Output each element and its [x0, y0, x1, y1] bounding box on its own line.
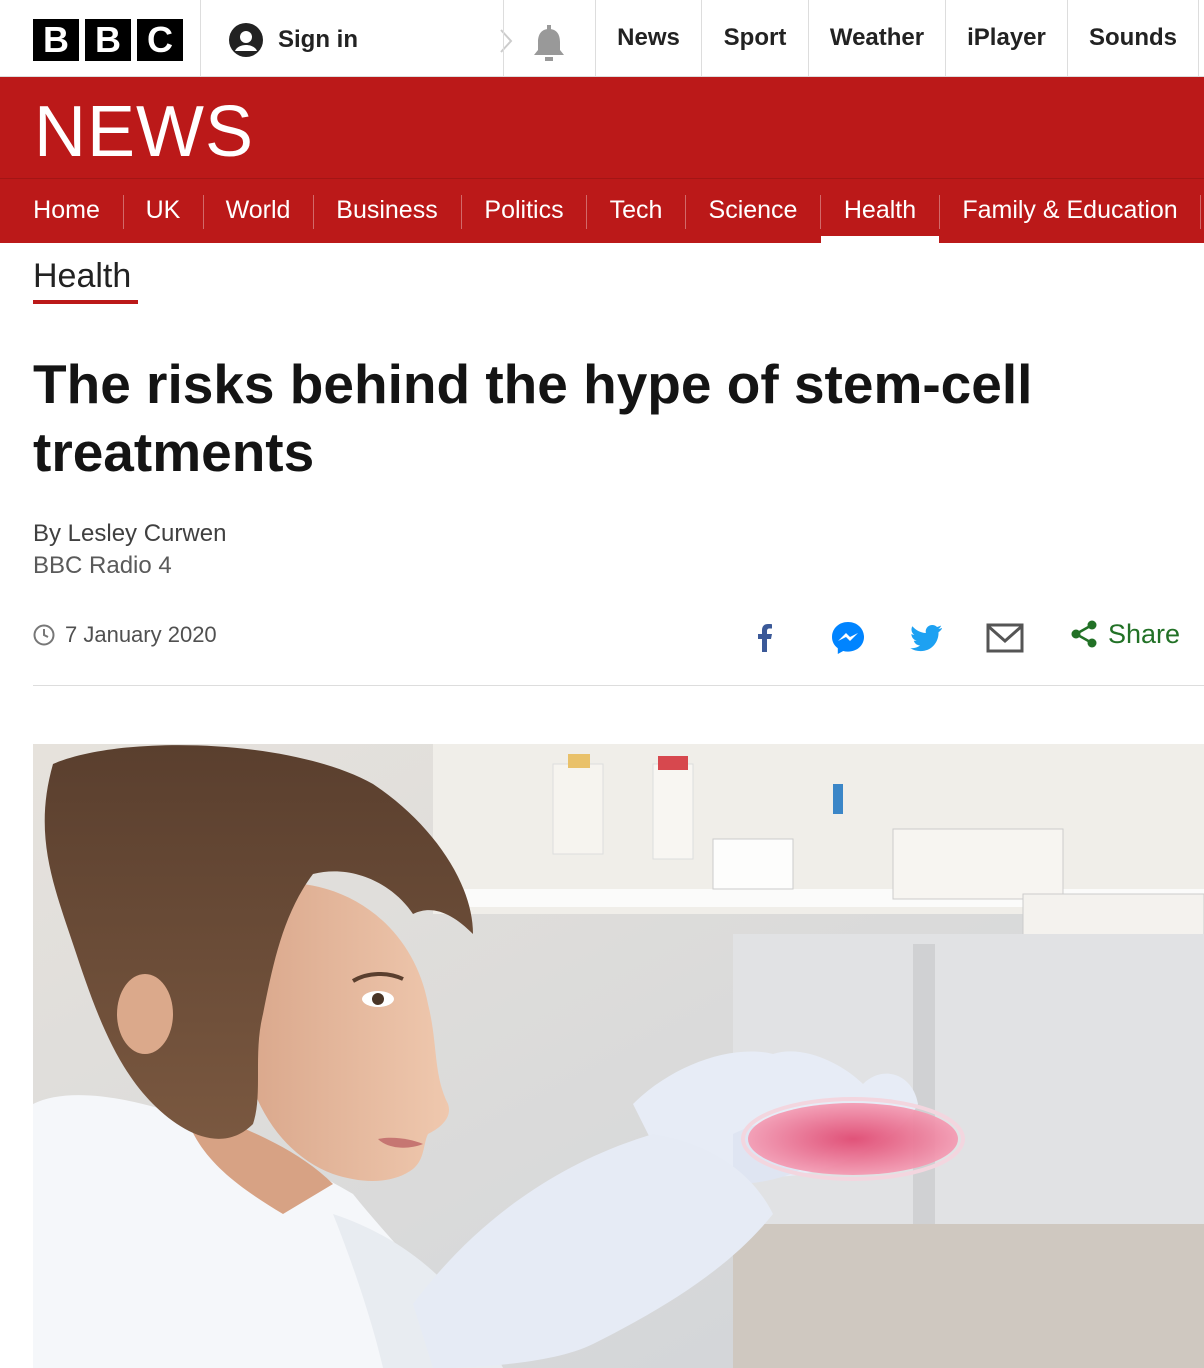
section-underline [33, 300, 138, 304]
divider [200, 0, 201, 76]
divider [503, 0, 504, 76]
nav-separator [123, 195, 124, 229]
twitter-icon[interactable] [906, 618, 946, 658]
section-label[interactable]: Health [33, 257, 131, 296]
divider [33, 685, 1204, 686]
nav-family-education[interactable]: Family & Education [944, 178, 1196, 243]
byline: By Lesley Curwen BBC Radio 4 [33, 518, 226, 582]
topnav-sport[interactable]: Sport [702, 0, 808, 76]
nav-separator [586, 195, 587, 229]
nav-separator [313, 195, 314, 229]
date-text: 7 January 2020 [65, 622, 217, 647]
share-button[interactable]: Share [1068, 618, 1180, 650]
sign-in-link[interactable]: Sign in [228, 22, 358, 58]
clock-icon [33, 624, 55, 646]
messenger-icon[interactable] [828, 618, 868, 658]
nav-separator [203, 195, 204, 229]
nav-health[interactable]: Health [821, 178, 939, 243]
nav-uk[interactable]: UK [128, 178, 198, 243]
nav-science[interactable]: Science [690, 178, 816, 243]
bbc-logo-block: B [33, 19, 79, 61]
nav-separator [685, 195, 686, 229]
nav-separator [461, 195, 462, 229]
nav-separator [1200, 195, 1201, 229]
facebook-icon[interactable] [745, 618, 785, 658]
bbc-logo-block: C [137, 19, 183, 61]
share-label: Share [1108, 618, 1181, 649]
bbc-logo-block: B [85, 19, 131, 61]
topnav-weather[interactable]: Weather [809, 0, 945, 76]
nav-active-indicator [821, 236, 939, 243]
user-icon [229, 23, 263, 57]
topnav-iplayer[interactable]: iPlayer [946, 0, 1067, 76]
article-photo [33, 744, 1204, 1368]
nav-politics[interactable]: Politics [466, 178, 582, 243]
article-headline: The risks behind the hype of stem-cell t… [33, 353, 1033, 483]
author-role: BBC Radio 4 [33, 552, 172, 579]
bbc-logo[interactable]: B B C [33, 19, 183, 61]
nav-tech[interactable]: Tech [591, 178, 681, 243]
nav-separator [939, 195, 940, 229]
nav-world[interactable]: World [208, 178, 308, 243]
topnav-sounds[interactable]: Sounds [1068, 0, 1198, 76]
nav-business[interactable]: Business [318, 178, 456, 243]
chevron-left-icon [500, 29, 513, 53]
email-icon[interactable] [985, 618, 1025, 658]
author-name: By Lesley Curwen [33, 520, 227, 547]
publish-date: 7 January 2020 [33, 622, 217, 648]
sign-in-label: Sign in [278, 26, 358, 53]
bell-icon[interactable] [530, 24, 568, 64]
lab-scientist-image [33, 744, 1204, 1368]
nav-home[interactable]: Home [18, 178, 115, 243]
news-logo[interactable]: NEWS [34, 96, 254, 168]
share-icon [1071, 620, 1097, 648]
divider [1198, 0, 1199, 76]
topnav-news[interactable]: News [596, 0, 701, 76]
